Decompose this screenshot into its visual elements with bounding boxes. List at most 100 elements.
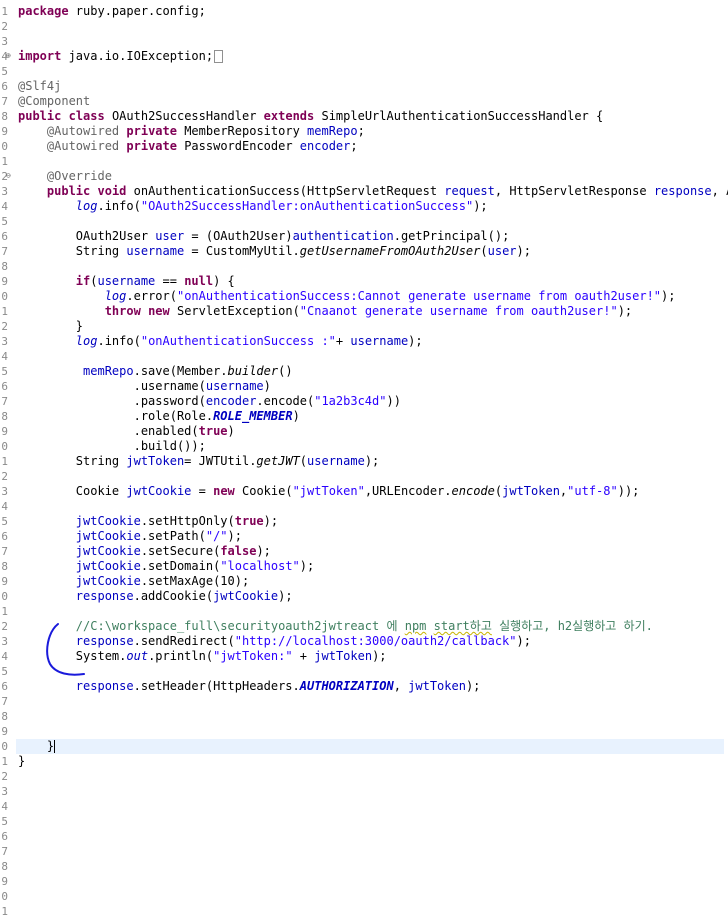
autowired-annotation: @Autowired xyxy=(46,139,120,153)
code-token: ) xyxy=(292,409,300,423)
code-token: .println( xyxy=(148,649,214,663)
code-token: ); xyxy=(617,304,633,318)
variable-name: jwtToken xyxy=(126,454,185,468)
code-token: String xyxy=(18,454,127,468)
code-token: ); xyxy=(408,334,423,348)
string-literal: "localhost" xyxy=(220,559,300,573)
code-token: = xyxy=(191,484,214,498)
code-token: ); xyxy=(516,634,531,648)
extends-keyword: extends xyxy=(263,109,315,123)
code-token: String xyxy=(18,244,127,258)
parameter-name: authentication xyxy=(292,229,394,243)
code-token: .getPrincipal(); xyxy=(393,229,510,243)
variable-name: jwtCookie xyxy=(75,574,141,588)
code-token: ); xyxy=(465,679,481,693)
type-name: MemberRepository xyxy=(176,124,308,138)
code-line-9: @Autowired private MemberRepository memR… xyxy=(0,124,728,139)
current-line-highlight[interactable]: } xyxy=(16,739,724,754)
code-token: = JWTUtil. xyxy=(184,454,257,468)
collapsed-imports-icon[interactable] xyxy=(214,50,224,63)
variable-name: username xyxy=(126,244,185,258)
code-token: .error( xyxy=(126,289,177,303)
component-annotation: @Component xyxy=(18,94,91,108)
code-token: ; xyxy=(350,139,358,153)
code-line-14: log.info("OAuth2SuccessHandler:onAuthent… xyxy=(0,199,728,214)
code-token: .setHttpOnly( xyxy=(140,514,235,528)
code-line-21: throw new ServletException("Cnaanot gene… xyxy=(0,304,728,319)
import-statement: java.io.IOException; xyxy=(61,49,214,63)
line-number-label: 6 xyxy=(1,830,8,843)
string-literal: "onAuthenticationSuccess:Cannot generate… xyxy=(176,289,662,303)
code-token: , HttpServletResponse xyxy=(494,184,654,198)
code-line-4: ⊕ import java.io.IOException; xyxy=(0,49,728,64)
code-token: ) { xyxy=(213,274,235,288)
variable-name: username xyxy=(97,274,156,288)
method-signature: onAuthenticationSuccess(HttpServletReque… xyxy=(126,184,445,198)
new-keyword: new xyxy=(213,484,235,498)
code-token: ; xyxy=(357,124,365,138)
public-keyword: public xyxy=(46,184,91,198)
variable-name: jwtCookie xyxy=(75,544,141,558)
code-line-7: @Component xyxy=(0,94,728,109)
code-token: ( xyxy=(299,454,308,468)
code-token: .setPath( xyxy=(140,529,206,543)
void-keyword: void xyxy=(97,184,127,198)
string-literal: "jwtToken:" xyxy=(213,649,293,663)
code-line-39: jwtCookie.setMaxAge(10); xyxy=(0,574,728,589)
static-method: getUsernameFromOAuth2User xyxy=(299,244,481,258)
collapse-fold-icon[interactable]: ⊖ xyxy=(6,172,14,180)
package-name: ruby.paper.config; xyxy=(68,4,206,18)
string-literal: "utf-8" xyxy=(567,484,618,498)
code-token: System. xyxy=(18,649,127,663)
code-line-17: String username = CustomMyUtil.getUserna… xyxy=(0,244,728,259)
parameter-name: response xyxy=(75,679,134,693)
code-token: Cookie xyxy=(18,484,127,498)
code-token: .addCookie( xyxy=(133,589,214,603)
variable-name: username xyxy=(205,379,264,393)
expand-fold-icon[interactable]: ⊕ xyxy=(6,52,14,60)
code-token: ,URLEncoder. xyxy=(364,484,452,498)
code-line-29: .enabled(true) xyxy=(0,424,728,439)
field-name: memRepo xyxy=(83,364,134,378)
code-token: ); xyxy=(661,289,676,303)
code-line-26: .username(username) xyxy=(0,379,728,394)
code-token: ) xyxy=(227,424,235,438)
code-token: = CustomMyUtil. xyxy=(184,244,300,258)
autowired-annotation: @Autowired xyxy=(46,124,120,138)
code-line-19: if(username == null) { xyxy=(0,274,728,289)
line-number-label: 5 xyxy=(1,815,8,828)
code-editor[interactable]: 1234567890123456789012345678901234567890… xyxy=(0,0,728,918)
variable-name: jwtCookie xyxy=(75,529,141,543)
code-line-16: OAuth2User user = (OAuth2User)authentica… xyxy=(0,229,728,244)
override-annotation: @Override xyxy=(46,169,112,183)
package-keyword: package xyxy=(18,4,69,18)
code-line-1: package ruby.paper.config; xyxy=(0,4,728,19)
enum-constant: ROLE_MEMBER xyxy=(213,409,293,423)
new-keyword: new xyxy=(148,304,170,318)
string-literal: "onAuthenticationSuccess :" xyxy=(140,334,336,348)
public-keyword: public xyxy=(18,109,62,123)
variable-name: jwtToken xyxy=(314,649,373,663)
slf4j-annotation: @Slf4j xyxy=(18,79,62,93)
code-token: ) xyxy=(263,379,271,393)
line-number-label: 0 xyxy=(1,740,8,753)
code-token: , Aut xyxy=(711,184,728,198)
variable-name: jwtToken xyxy=(502,484,560,498)
string-literal: "1a2b3c4d" xyxy=(314,394,387,408)
log-field: log xyxy=(75,199,98,213)
false-keyword: false xyxy=(220,544,257,558)
static-method: builder xyxy=(227,364,279,378)
code-line-43: response.sendRedirect("http://localhost:… xyxy=(0,634,728,649)
code-token: ); xyxy=(256,544,271,558)
code-token: )) xyxy=(386,394,401,408)
variable-name: jwtCookie xyxy=(126,484,192,498)
variable-name: user xyxy=(487,244,517,258)
string-literal: "Cnaanot generate username from oauth2us… xyxy=(299,304,618,318)
code-line-46: response.setHeader(HttpHeaders.AUTHORIZA… xyxy=(0,679,728,694)
